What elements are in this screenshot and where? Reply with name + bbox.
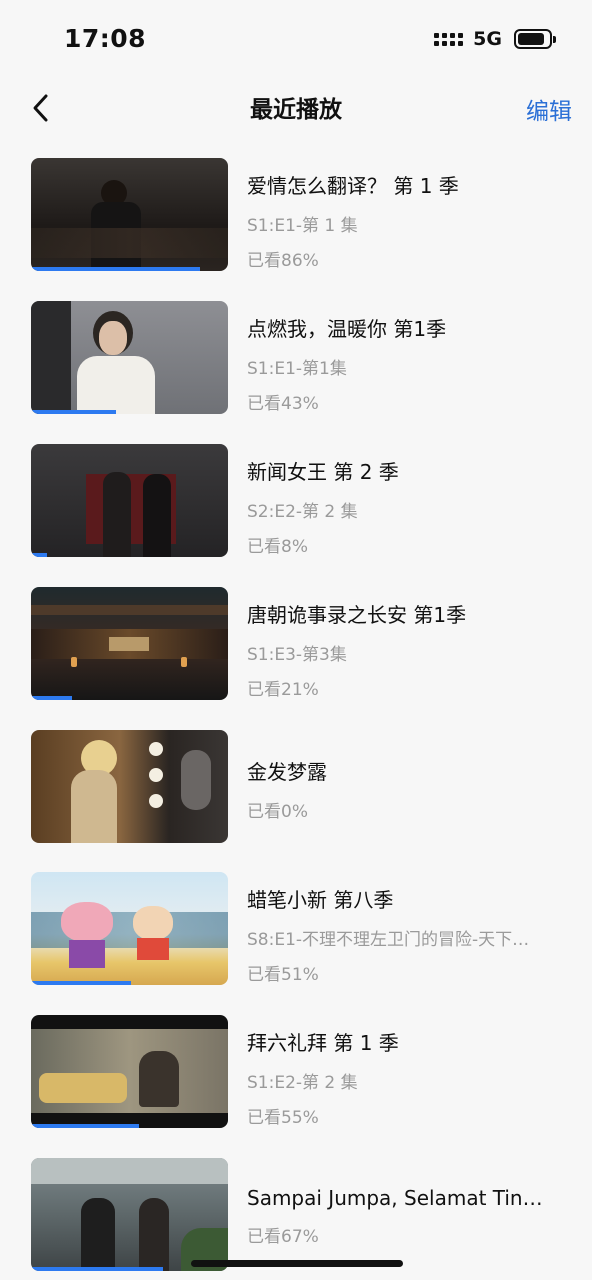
video-title: 点燃我，温暖你 第1季 [247,317,447,341]
episode-info: S1:E3-第3集 [247,645,347,665]
episode-info: S1:E1-第 1 集 [247,216,358,236]
list-item[interactable]: 新闻女王 第 2 季 S2:E2-第 2 集 已看8% [0,444,592,558]
page-title: 最近播放 [250,97,342,123]
list-item[interactable]: 金发梦露 已看0% [0,730,592,844]
watched-percent: 已看67% [247,1227,319,1247]
video-title: 蜡笔小新 第八季 [247,888,394,912]
progress-bar [31,696,73,700]
progress-bar [31,1267,163,1271]
video-title: 拜六礼拜 第 1 季 [247,1031,399,1055]
video-title: 爱情怎么翻译？ 第 1 季 [247,174,459,198]
list-item[interactable]: 点燃我，温暖你 第1季 S1:E1-第1集 已看43% [0,301,592,415]
list-item[interactable]: 唐朝诡事录之长安 第1季 S1:E3-第3集 已看21% [0,587,592,701]
episode-info: S1:E1-第1集 [247,359,347,379]
watched-percent: 已看51% [247,965,319,985]
list-item[interactable]: 蜡笔小新 第八季 S8:E1-不理不理左卫门的冒险-天下… 已看51% [0,872,592,986]
video-thumbnail [31,730,228,843]
video-title: 新闻女王 第 2 季 [247,460,399,484]
watched-percent: 已看21% [247,680,319,700]
video-thumbnail [31,872,228,985]
video-title: Sampai Jumpa, Selamat Tin… [247,1186,543,1210]
signal-icon [434,32,464,46]
progress-bar [31,410,116,414]
edit-button[interactable]: 编辑 [526,92,572,126]
watched-percent: 已看8% [247,537,308,557]
list-item[interactable]: 爱情怎么翻译？ 第 1 季 S1:E1-第 1 集 已看86% [0,158,592,272]
list-item[interactable]: Sampai Jumpa, Selamat Tin… 已看67% [0,1158,592,1272]
nav-bar: 最近播放 编辑 [0,80,592,136]
status-bar: 17:08 5G [0,0,592,80]
video-thumbnail [31,444,228,557]
status-indicators: 5G [434,28,556,50]
watched-percent: 已看43% [247,394,319,414]
episode-info: S8:E1-不理不理左卫门的冒险-天下… [247,930,530,950]
video-thumbnail [31,301,228,414]
video-thumbnail [31,158,228,271]
progress-bar [31,553,47,557]
episode-info: S2:E2-第 2 集 [247,502,358,522]
progress-bar [31,981,132,985]
progress-bar [31,267,201,271]
list-item[interactable]: 拜六礼拜 第 1 季 S1:E2-第 2 集 已看55% [0,1015,592,1129]
video-title: 唐朝诡事录之长安 第1季 [247,603,467,627]
episode-info: S1:E2-第 2 集 [247,1073,358,1093]
progress-bar [31,1124,140,1128]
video-title: 金发梦露 [247,760,327,784]
home-indicator [191,1260,403,1267]
watched-percent: 已看0% [247,802,308,822]
network-type: 5G [473,28,502,50]
video-thumbnail [31,1015,228,1128]
status-time: 17:08 [64,24,147,53]
video-thumbnail [31,587,228,700]
watched-percent: 已看55% [247,1108,319,1128]
video-thumbnail [31,1158,228,1271]
battery-icon [514,29,556,49]
watched-percent: 已看86% [247,251,319,271]
